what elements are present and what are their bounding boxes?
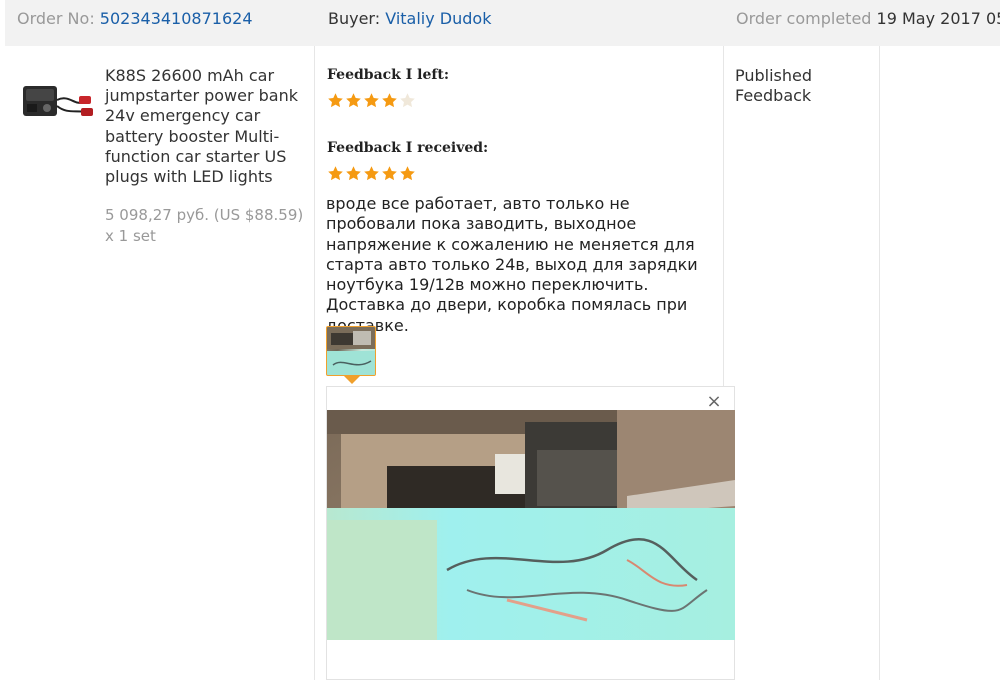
feedback-received-heading: Feedback I received: xyxy=(327,140,489,156)
star-icon xyxy=(328,93,343,108)
product-price-line: 5 098,27 руб. (US $88.59) xyxy=(105,206,304,224)
order-number-link[interactable]: 502343410871624 xyxy=(100,9,253,28)
product-quantity: x 1 set xyxy=(105,226,156,245)
feedback-received-rating xyxy=(327,165,416,185)
review-photo-thumbnail[interactable] xyxy=(326,326,376,376)
star-icon xyxy=(382,166,397,181)
star-icon xyxy=(346,166,361,181)
order-completed-group: Order completed 19 May 2017 05:0 xyxy=(736,0,1000,38)
star-icon xyxy=(346,93,361,108)
review-photo xyxy=(327,410,735,640)
close-icon[interactable]: × xyxy=(706,392,722,412)
star-icon xyxy=(400,166,415,181)
product-price: 5 098,27 руб. (US $88.59) x 1 set xyxy=(105,205,313,246)
order-number-group: Order No: 502343410871624 xyxy=(17,0,253,38)
star-icon xyxy=(364,93,379,108)
order-header: Order No: 502343410871624 Buyer: Vitaliy… xyxy=(5,0,1000,46)
feedback-left-heading: Feedback I left: xyxy=(327,67,450,83)
review-text: вроде все работает, авто только не пробо… xyxy=(326,194,698,335)
star-icon xyxy=(382,93,397,108)
buyer-label: Buyer: xyxy=(328,9,381,28)
order-completed-label: Order completed xyxy=(736,9,872,28)
feedback-left-rating xyxy=(327,92,416,112)
order-number-label: Order No: xyxy=(17,9,95,28)
star-icon xyxy=(364,166,379,181)
thumbnail-pointer xyxy=(344,376,360,384)
column-divider xyxy=(314,46,315,680)
star-icon xyxy=(400,93,415,108)
star-icon xyxy=(328,166,343,181)
buyer-group: Buyer: Vitaliy Dudok xyxy=(328,0,491,38)
product-title-link[interactable]: K88S 26600 mAh car jumpstarter power ban… xyxy=(105,66,313,187)
column-divider xyxy=(879,46,880,680)
product-thumbnail[interactable] xyxy=(17,80,95,124)
feedback-status: Published Feedback xyxy=(735,66,813,106)
buyer-name-link[interactable]: Vitaliy Dudok xyxy=(385,9,491,28)
order-completed-date: 19 May 2017 05:0 xyxy=(876,9,1000,28)
